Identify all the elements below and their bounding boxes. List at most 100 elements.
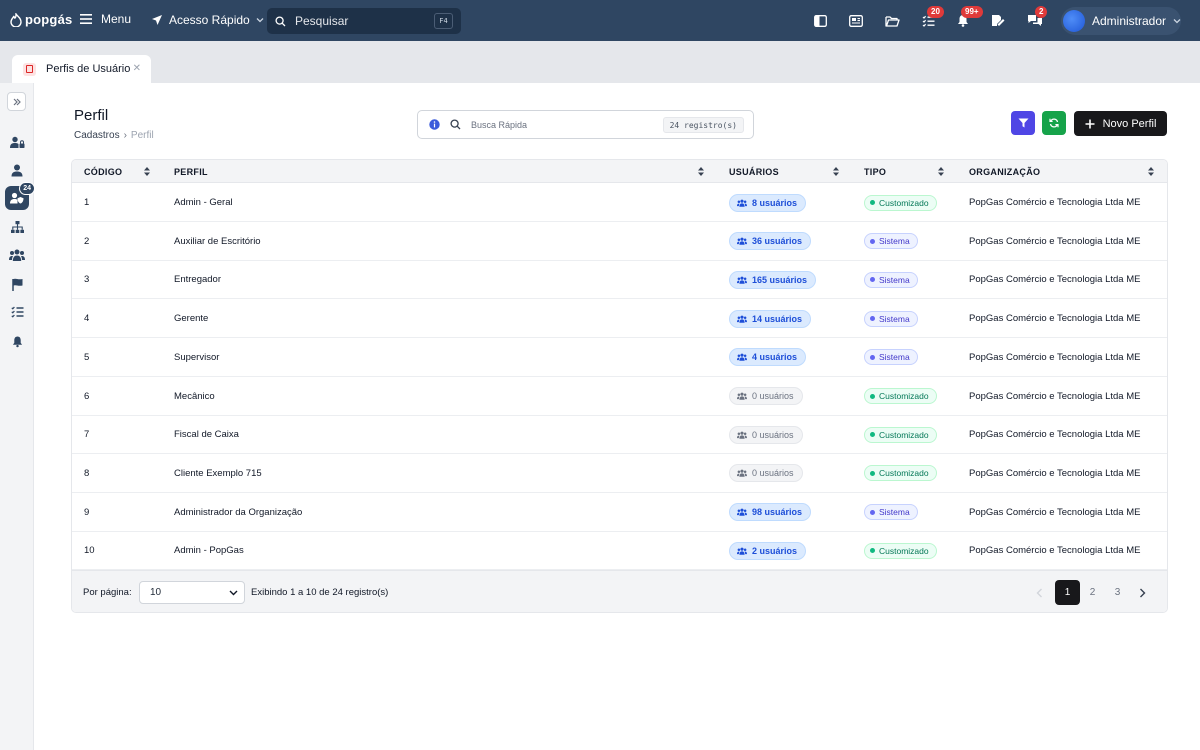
table-row[interactable]: 9 Administrador da Organização 98 usuários… xyxy=(72,493,1167,532)
table-row[interactable]: 8 Cliente Exemplo 715 0 usuários Customizad… xyxy=(72,454,1167,493)
sidebar-item-user[interactable] xyxy=(5,158,29,182)
sidebar-panel-button[interactable] xyxy=(812,12,829,29)
status-dot xyxy=(870,354,875,360)
per-page-label: Por página: xyxy=(83,587,132,598)
cell-organization: PopGas Comércio e Tecnologia Ltda ME xyxy=(969,467,1141,479)
users-count-badge[interactable]: 14 usuários xyxy=(729,309,812,328)
sidebar-item-checklist[interactable] xyxy=(5,300,29,324)
cell-type: Sistema xyxy=(864,222,918,261)
users-count-badge[interactable]: 36 usuários xyxy=(729,232,812,251)
new-profile-button[interactable]: Novo Perfil xyxy=(1074,111,1167,136)
per-page-select[interactable]: 10 xyxy=(139,581,245,604)
newspaper-button[interactable] xyxy=(847,12,864,29)
cell-type: Customizado xyxy=(864,377,937,416)
sidebar-item-user-profiles[interactable]: 24 xyxy=(5,182,35,210)
menu-button[interactable]: Menu xyxy=(80,12,131,26)
page-button-2[interactable]: 2 xyxy=(1080,580,1105,605)
type-badge: Customizado xyxy=(864,194,937,211)
quick-search-input[interactable]: Busca Rápida 24 registro(s) xyxy=(417,110,754,139)
pagination: 1 2 3 xyxy=(1027,580,1155,605)
global-search-input[interactable]: Pesquisar F4 xyxy=(267,8,461,34)
chat-button[interactable]: 2 xyxy=(1026,6,1048,29)
type-label: Sistema xyxy=(879,236,910,247)
users-count-badge[interactable]: 2 usuários xyxy=(729,541,807,560)
search-shortcut-key: F4 xyxy=(434,13,453,29)
type-label: Sistema xyxy=(879,507,910,518)
users-count-label: 14 usuários xyxy=(752,313,803,324)
global-search-placeholder: Pesquisar xyxy=(295,14,349,28)
table-row[interactable]: 1 Admin - Geral 8 usuários Customizado PopGa… xyxy=(72,183,1167,222)
sidebar-item-groups[interactable] xyxy=(5,243,29,267)
breadcrumb-separator: › xyxy=(123,130,127,141)
sort-icon[interactable] xyxy=(833,167,839,176)
refresh-button[interactable] xyxy=(1042,111,1066,135)
notifications-button[interactable]: 99+ xyxy=(954,6,983,29)
info-icon[interactable] xyxy=(429,119,440,130)
table-row[interactable]: 4 Gerente 14 usuários Sistema PopGas Comérci… xyxy=(72,299,1167,339)
column-header-codigo[interactable]: CÓDIGO xyxy=(84,160,122,183)
users-count-badge[interactable]: 8 usuários xyxy=(729,193,807,212)
sort-icon[interactable] xyxy=(698,167,704,176)
column-label: TIPO xyxy=(864,166,887,177)
table-row[interactable]: 3 Entregador 165 usuários Sistema PopGas Com… xyxy=(72,260,1167,300)
users-count-badge[interactable]: 0 usuários xyxy=(729,387,803,405)
status-dot xyxy=(870,200,875,205)
users-count-badge[interactable]: 165 usuários xyxy=(729,270,817,289)
sidebar-item-hierarchy[interactable] xyxy=(5,215,29,239)
page-button-3[interactable]: 3 xyxy=(1105,580,1130,605)
table-row[interactable]: 6 Mecânico 0 usuários Customizado PopGas Com… xyxy=(72,377,1167,416)
brand-logo[interactable]: popgás xyxy=(10,12,72,27)
column-header-organizacao[interactable]: ORGANIZAÇÃO xyxy=(969,160,1040,183)
cell-users: 165 usuários xyxy=(729,260,817,299)
sort-icon[interactable] xyxy=(144,167,150,176)
folder-button[interactable] xyxy=(884,12,901,29)
table-row[interactable]: 7 Fiscal de Caixa 0 usuários Customizado Pop… xyxy=(72,415,1167,455)
type-badge: Sistema xyxy=(864,310,918,327)
users-count-badge[interactable]: 98 usuários xyxy=(729,503,812,522)
users-count-badge[interactable]: 0 usuários xyxy=(729,425,803,444)
expand-sidebar-button[interactable] xyxy=(7,92,26,111)
page-button-1[interactable]: 1 xyxy=(1055,580,1080,605)
table-row[interactable]: 10 Admin - PopGas 2 usuários Customizado Pop… xyxy=(72,531,1167,571)
showing-records-text: Exibindo 1 a 10 de 24 registro(s) xyxy=(251,587,389,598)
flag-icon xyxy=(11,278,22,291)
column-header-perfil[interactable]: PERFIL xyxy=(174,160,208,183)
sort-icon[interactable] xyxy=(938,167,944,176)
chevron-down-icon xyxy=(256,18,264,23)
cell-profile: Entregador xyxy=(174,274,222,286)
cell-users: 0 usuários xyxy=(729,377,803,416)
users-count-badge[interactable]: 0 usuários xyxy=(729,464,803,483)
users-group-icon xyxy=(737,547,747,555)
tab-perfis-de-usuario[interactable]: Perfis de Usuário ✕ xyxy=(12,55,151,83)
sidebar-item-user-lock[interactable] xyxy=(5,130,29,154)
cell-type: Customizado xyxy=(864,531,937,570)
refresh-icon xyxy=(1049,118,1059,128)
filter-button[interactable] xyxy=(1011,111,1035,135)
table-row[interactable]: 5 Supervisor 4 usuários Sistema PopGas Comér… xyxy=(72,338,1167,377)
column-header-tipo[interactable]: TIPO xyxy=(864,160,886,183)
edit-document-button[interactable] xyxy=(990,12,1007,29)
quick-search-placeholder: Busca Rápida xyxy=(471,119,528,130)
document-edit-icon xyxy=(992,15,1005,26)
type-badge: Customizado xyxy=(864,542,937,559)
breadcrumb-item-cadastros[interactable]: Cadastros xyxy=(74,130,120,141)
quick-access-dropdown[interactable]: Acesso Rápido xyxy=(151,13,264,27)
chevron-left-icon xyxy=(1036,588,1042,597)
sidebar-item-notifications[interactable] xyxy=(5,329,29,353)
column-label: PERFIL xyxy=(174,166,208,177)
search-icon xyxy=(450,119,461,130)
sort-icon[interactable] xyxy=(1148,167,1154,176)
user-menu[interactable]: Administrador xyxy=(1061,7,1181,35)
table-row[interactable]: 2 Auxiliar de Escritório 36 usuários Sistem… xyxy=(72,222,1167,261)
type-label: Customizado xyxy=(879,429,929,440)
prev-page-button[interactable] xyxy=(1027,580,1052,605)
close-icon[interactable]: ✕ xyxy=(133,63,141,74)
tasks-button[interactable]: 20 xyxy=(920,6,944,29)
users-group-icon xyxy=(737,508,747,516)
cell-profile: Admin - Geral xyxy=(174,197,233,208)
cell-organization: PopGas Comércio e Tecnologia Ltda ME xyxy=(969,351,1141,363)
users-count-badge[interactable]: 4 usuários xyxy=(729,348,807,367)
next-page-button[interactable] xyxy=(1130,580,1155,605)
column-header-usuarios[interactable]: USUÁRIOS xyxy=(729,160,779,183)
sidebar-item-flags[interactable] xyxy=(5,272,29,296)
